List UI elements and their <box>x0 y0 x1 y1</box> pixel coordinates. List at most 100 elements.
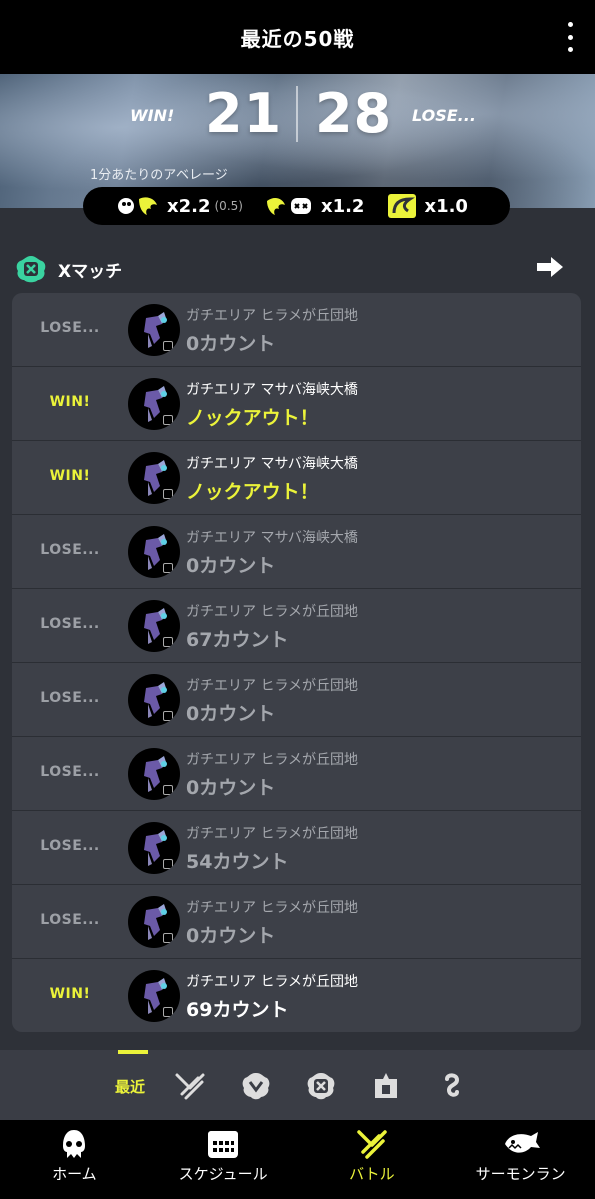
battle-row[interactable]: LOSE... ガチエリア ヒラメが丘団地 54カウント <box>12 811 581 885</box>
weapon-thumbnail <box>128 452 180 504</box>
weapon-thumbnail <box>128 896 180 948</box>
lose-label: LOSE... <box>412 106 476 125</box>
nav-home[interactable]: ホーム <box>0 1120 149 1199</box>
battle-list: LOSE... ガチエリア ヒラメが丘団地 0カウント WIN! ガチエリア マサバ海峡… <box>12 293 581 1032</box>
battle-score: 0カウント <box>186 555 276 577</box>
battle-result: LOSE... <box>40 764 100 780</box>
league-battle-icon[interactable] <box>370 1070 402 1102</box>
battle-result: LOSE... <box>40 616 100 632</box>
average-label: 1分あたりのアベレージ <box>90 168 228 183</box>
special-icon <box>388 194 417 218</box>
battle-result: WIN! <box>49 986 91 1002</box>
special-value: x1.0 <box>424 195 468 217</box>
arrow-right-icon[interactable] <box>535 254 565 280</box>
x-match-icon <box>16 256 46 283</box>
average-stats: x2.2 (0.5) x1.2 x1.0 <box>83 187 510 225</box>
weapon-thumbnail <box>128 748 180 800</box>
rank-badge <box>163 563 173 573</box>
battle-row[interactable]: LOSE... ガチエリア ヒラメが丘団地 0カウント <box>12 293 581 367</box>
nav-salmon-run[interactable]: サーモンラン <box>446 1120 595 1199</box>
nav-salmon-label: サーモンラン <box>475 1165 566 1183</box>
rank-badge <box>163 637 173 647</box>
battle-score: 0カウント <box>186 777 276 799</box>
section-label: Xマッチ <box>58 262 123 282</box>
rank-badge <box>163 415 173 425</box>
weapon-thumbnail <box>128 970 180 1022</box>
filter-recent[interactable]: 最近 <box>115 1076 145 1097</box>
battle-score: 0カウント <box>186 333 276 355</box>
score-divider <box>296 86 298 142</box>
salmon-icon <box>504 1132 540 1153</box>
score-summary: WIN! 21 28 LOSE... <box>0 74 595 164</box>
weapon-thumbnail <box>128 822 180 874</box>
battle-row[interactable]: LOSE... ガチエリア マサバ海峡大橋 0カウント <box>12 515 581 589</box>
battle-result: WIN! <box>49 468 91 484</box>
weapon-thumbnail <box>128 600 180 652</box>
rank-badge <box>163 711 173 721</box>
battle-row[interactable]: WIN! ガチエリア ヒラメが丘団地 69カウント <box>12 959 581 1032</box>
battle-score: 54カウント <box>186 851 289 873</box>
battle-score: 67カウント <box>186 629 289 651</box>
win-count: 21 <box>205 82 283 145</box>
nav-home-label: ホーム <box>52 1165 97 1183</box>
x-battle-icon[interactable] <box>305 1070 337 1102</box>
special-stat: x1.0 <box>386 193 468 219</box>
squid-home-icon <box>63 1130 86 1158</box>
death-value: x1.2 <box>320 195 365 217</box>
page-title: 最近の50戦 <box>240 26 355 51</box>
top-bar: 最近の50戦 <box>0 0 595 74</box>
more-options-icon[interactable] <box>567 22 573 52</box>
battle-score: 0カウント <box>186 703 276 725</box>
weapon-thumbnail <box>128 526 180 578</box>
death-stat: x1.2 <box>265 193 365 219</box>
stage-name: ガチエリア ヒラメが丘団地 <box>186 974 359 990</box>
rank-badge <box>163 785 173 795</box>
battle-score: ノックアウト！ <box>186 407 319 429</box>
bankara-battle-icon[interactable] <box>240 1070 272 1102</box>
stage-name: ガチエリア ヒラメが丘団地 <box>186 826 359 842</box>
battle-row[interactable]: LOSE... ガチエリア ヒラメが丘団地 0カウント <box>12 663 581 737</box>
battle-row[interactable]: LOSE... ガチエリア ヒラメが丘団地 67カウント <box>12 589 581 663</box>
battle-result: LOSE... <box>40 690 100 706</box>
private-battle-icon[interactable] <box>436 1070 468 1102</box>
stage-name: ガチエリア ヒラメが丘団地 <box>186 900 359 916</box>
win-label: WIN! <box>130 106 175 125</box>
nav-battle[interactable]: バトル <box>298 1120 447 1199</box>
battle-result: LOSE... <box>40 320 100 336</box>
weapon-thumbnail <box>128 378 180 430</box>
battle-score: ノックアウト！ <box>186 481 319 503</box>
active-filter-indicator <box>118 1050 148 1054</box>
stage-name: ガチエリア マサバ海峡大橋 <box>186 530 358 546</box>
nav-battle-label: バトル <box>349 1165 395 1183</box>
battle-row[interactable]: WIN! ガチエリア マサバ海峡大橋 ノックアウト！ <box>12 367 581 441</box>
calendar-icon <box>208 1131 239 1158</box>
rank-badge <box>163 933 173 943</box>
battle-score: 69カウント <box>186 999 289 1021</box>
rank-badge <box>163 859 173 869</box>
weapon-thumbnail <box>128 674 180 726</box>
regular-battle-icon[interactable] <box>174 1070 206 1102</box>
nav-schedule-label: スケジュール <box>178 1165 268 1183</box>
mode-filter-bar: 最近 <box>0 1050 595 1120</box>
rank-badge <box>163 489 173 499</box>
assist-value: (0.5) <box>214 199 243 213</box>
rank-badge <box>163 341 173 351</box>
battle-row[interactable]: LOSE... ガチエリア ヒラメが丘団地 0カウント <box>12 737 581 811</box>
kill-assist-value: x2.2 <box>167 195 211 217</box>
section-header: Xマッチ <box>0 252 595 284</box>
lose-count: 28 <box>315 82 393 145</box>
battle-row[interactable]: LOSE... ガチエリア ヒラメが丘団地 0カウント <box>12 885 581 959</box>
battle-result: LOSE... <box>40 912 100 928</box>
stage-name: ガチエリア ヒラメが丘団地 <box>186 308 359 324</box>
stage-name: ガチエリア ヒラメが丘団地 <box>186 678 359 694</box>
bottom-nav: ホーム スケジュール バトル サーモンラン <box>0 1120 595 1199</box>
nav-schedule[interactable]: スケジュール <box>149 1120 298 1199</box>
splat-icon <box>118 197 157 215</box>
battle-result: LOSE... <box>40 542 100 558</box>
weapon-thumbnail <box>128 304 180 356</box>
stage-name: ガチエリア マサバ海峡大橋 <box>186 456 358 472</box>
battle-row[interactable]: WIN! ガチエリア マサバ海峡大橋ノックアウト！ <box>12 441 581 515</box>
battle-icon <box>357 1130 387 1159</box>
battle-result: LOSE... <box>40 838 100 854</box>
battle-score: 0カウント <box>186 925 276 947</box>
